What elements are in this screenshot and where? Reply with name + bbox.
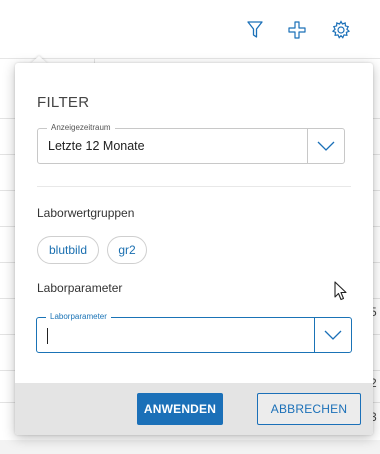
chevron-down-icon [324, 330, 342, 340]
apply-button[interactable]: ANWENDEN [137, 393, 223, 425]
plus-icon[interactable] [285, 18, 309, 42]
lab-params-legend: Laborparameter [46, 311, 111, 323]
time-range-legend: Anzeigezeitraum [47, 122, 115, 134]
chip-label: gr2 [118, 243, 136, 257]
popover-footer: ANWENDEN ABBRECHEN [15, 383, 373, 435]
lab-groups-label: Laborwertgruppen [37, 206, 135, 220]
gear-icon[interactable] [329, 18, 353, 42]
page-toolbar [0, 0, 380, 59]
page-bottom-strip [0, 440, 380, 454]
time-range-select[interactable]: Anzeigezeitraum Letzte 12 Monate [37, 122, 345, 164]
chevron-down-icon [317, 141, 335, 151]
section-divider [37, 186, 351, 187]
lab-params-label: Laborparameter [37, 281, 123, 295]
mouse-pointer-icon [334, 281, 348, 306]
chip-label: blutbild [48, 243, 88, 257]
lab-params-dropdown-button[interactable] [314, 318, 351, 352]
time-range-value: Letzte 12 Monate [48, 139, 145, 153]
time-range-dropdown-button[interactable] [307, 129, 344, 163]
filter-popover: FILTER Anzeigezeitraum Letzte 12 Monate … [15, 63, 373, 435]
filter-icon[interactable] [243, 18, 267, 42]
chip-gr2[interactable]: gr2 [107, 236, 147, 264]
cancel-button[interactable]: ABBRECHEN [257, 393, 361, 425]
text-cursor [47, 328, 48, 344]
lab-params-combobox[interactable]: Laborparameter [36, 311, 352, 353]
popover-title: FILTER [37, 94, 90, 111]
chip-blutbild[interactable]: blutbild [37, 236, 99, 264]
